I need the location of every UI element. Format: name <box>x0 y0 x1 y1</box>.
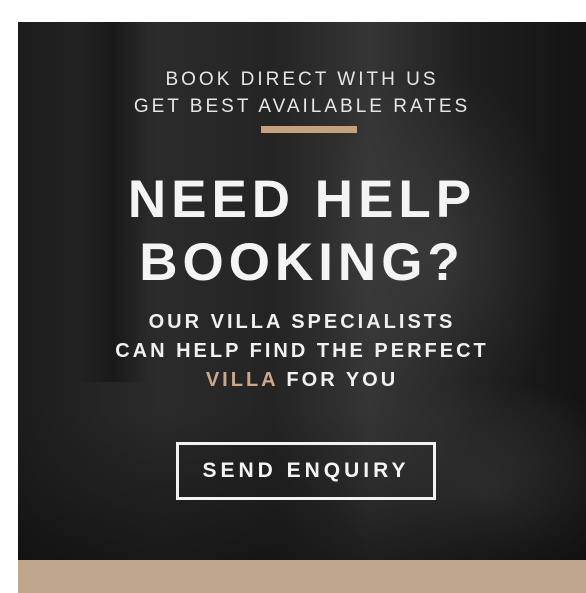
accent-divider <box>261 126 357 133</box>
kicker-text: BOOK DIRECT WITH US GET BEST AVAILABLE R… <box>18 66 586 120</box>
footer-accent-bar <box>18 560 586 593</box>
sub-line-2: CAN HELP FIND THE PERFECT <box>115 340 489 362</box>
subheadline: OUR VILLA SPECIALISTS CAN HELP FIND THE … <box>18 308 586 395</box>
sub-highlight-villa: VILLA <box>205 369 278 391</box>
sub-line-3: VILLA FOR YOU <box>18 366 586 395</box>
headline: NEED HELP BOOKING? <box>18 168 586 294</box>
promo-banner: BOOK DIRECT WITH US GET BEST AVAILABLE R… <box>18 22 586 560</box>
sub-line-1: OUR VILLA SPECIALISTS <box>148 311 456 333</box>
headline-line-1: NEED HELP <box>127 170 477 229</box>
send-enquiry-button[interactable]: SEND ENQUIRY <box>176 442 436 500</box>
banner-content: BOOK DIRECT WITH US GET BEST AVAILABLE R… <box>18 22 586 560</box>
kicker-line-1: BOOK DIRECT WITH US <box>165 69 439 90</box>
sub-line-3-rest: FOR YOU <box>277 369 399 391</box>
kicker-line-2: GET BEST AVAILABLE RATES <box>133 96 471 117</box>
headline-line-2: BOOKING? <box>139 233 465 292</box>
